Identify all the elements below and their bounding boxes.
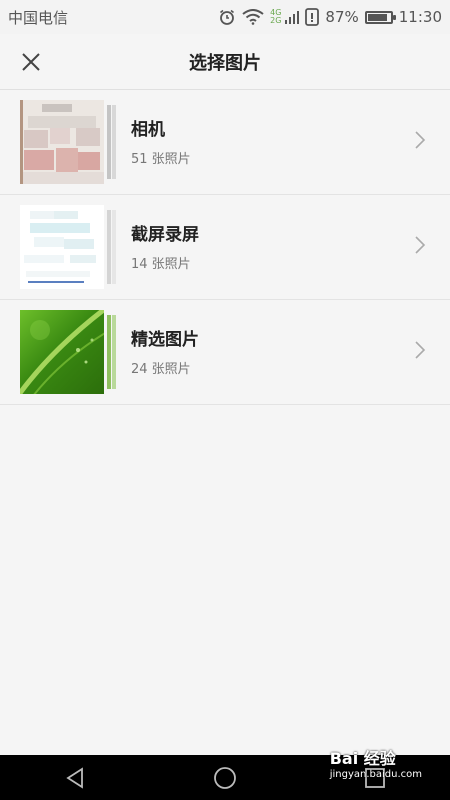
- close-button[interactable]: [12, 44, 50, 80]
- album-thumbnail-stack: [20, 310, 116, 394]
- home-button[interactable]: [195, 755, 255, 800]
- back-button[interactable]: [45, 755, 105, 800]
- album-item-camera[interactable]: 相机 51 张照片: [0, 90, 450, 195]
- album-list: 相机 51 张照片 截屏录屏 14 张照片 精选图片 24 张照片: [0, 90, 450, 405]
- album-thumbnail-stack: [20, 100, 116, 184]
- watermark-logo: Bai 经验 jingyan.baidu.com: [329, 749, 422, 780]
- clock: 11:30: [398, 8, 442, 26]
- home-circle-icon: [214, 766, 236, 789]
- stack-edge: [112, 315, 116, 389]
- album-name: 截屏录屏: [131, 225, 199, 245]
- album-count: 51 张照片: [131, 152, 191, 167]
- stack-edge: [107, 105, 111, 179]
- close-icon: [22, 53, 40, 71]
- album-count: 24 张照片: [131, 362, 191, 377]
- battery-icon: [364, 10, 396, 24]
- wifi-icon: [242, 9, 264, 25]
- album-thumbnail-screenshots: [20, 205, 104, 289]
- battery-percent: 87%: [325, 8, 359, 26]
- album-count: 14 张照片: [131, 257, 191, 272]
- stack-edge: [112, 210, 116, 284]
- phone-alert-icon: [305, 8, 320, 26]
- signal-icon: [285, 9, 300, 25]
- page-title: 选择图片: [189, 53, 261, 74]
- album-text: 截屏录屏 14 张照片: [131, 195, 199, 300]
- album-text: 精选图片 24 张照片: [131, 300, 199, 405]
- stack-edge: [112, 105, 116, 179]
- album-thumbnail-featured: [20, 310, 104, 394]
- stack-edge: [107, 315, 111, 389]
- status-icons: 4G 2G 87% 11:30: [218, 8, 442, 26]
- album-name: 精选图片: [131, 330, 199, 350]
- back-triangle-icon: [66, 766, 83, 789]
- carrier-label: 中国电信: [8, 8, 69, 27]
- status-bar: 中国电信 4G 2G 87% 11:30: [0, 0, 450, 34]
- album-item-screenshots[interactable]: 截屏录屏 14 张照片: [0, 195, 450, 300]
- stack-edge: [107, 210, 111, 284]
- album-text: 相机 51 张照片: [131, 90, 191, 195]
- battery-fill: [367, 13, 387, 21]
- album-thumbnail-stack: [20, 205, 116, 289]
- app-header: 选择图片: [0, 34, 450, 90]
- network-type-badge: 4G 2G: [270, 8, 282, 25]
- album-name: 相机: [131, 120, 165, 140]
- chevron-right-icon: [415, 236, 426, 254]
- album-item-featured[interactable]: 精选图片 24 张照片: [0, 300, 450, 405]
- album-thumbnail-camera: [20, 100, 104, 184]
- chevron-right-icon: [415, 131, 426, 149]
- chevron-right-icon: [415, 341, 426, 359]
- alarm-icon: [218, 8, 236, 26]
